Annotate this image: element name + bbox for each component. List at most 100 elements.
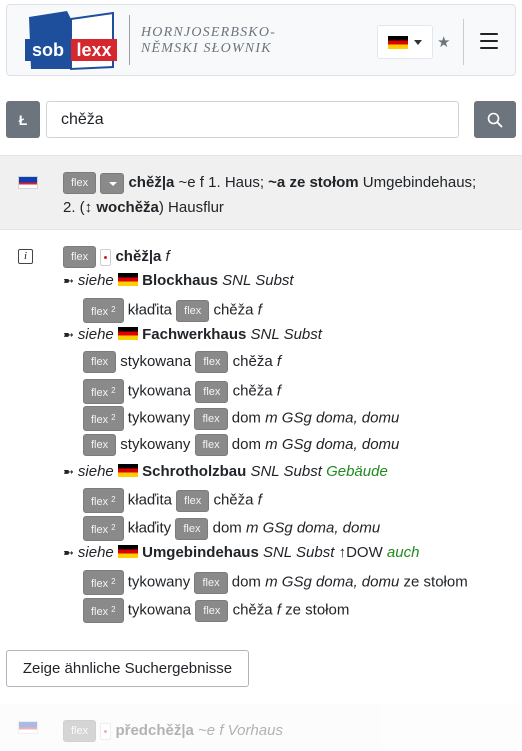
- sorbian-word: dom: [231, 435, 261, 453]
- language-dropdown[interactable]: [377, 25, 433, 59]
- sorbian-word: chěža: [213, 301, 254, 319]
- result-line: flex předchěž|a ~e f Vorhaus: [63, 720, 283, 742]
- sorbian-word: tykowana: [127, 601, 192, 619]
- search-input[interactable]: [46, 101, 459, 138]
- site-title-line1: HORNJOSERBSKO-: [141, 25, 277, 40]
- soblex-logo[interactable]: sob lexx: [23, 9, 119, 73]
- grammar-info: f: [276, 352, 282, 370]
- logo-divider: [129, 15, 130, 65]
- flex-button[interactable]: flex 2: [83, 570, 124, 595]
- grammar-info: m GSg doma, domu: [265, 435, 400, 453]
- result-line-1: flex chěž|a ~e f 1. Haus; ~a ze stołom U…: [63, 172, 476, 194]
- headword: předchěž|a: [115, 721, 194, 739]
- sorbian-word: kłaďity: [127, 519, 172, 537]
- sense2-prefix: 2. (↕: [63, 199, 93, 216]
- info-icon[interactable]: i: [18, 249, 33, 264]
- sorbian-word: kłaďita: [127, 301, 172, 319]
- siehe-line: ➼ siehe Schrotholzbau SNL Subst Gebäude: [63, 462, 388, 482]
- flex-button[interactable]: flex: [176, 299, 210, 322]
- arrow-icon: ➼: [63, 464, 74, 479]
- search-button[interactable]: [474, 101, 516, 138]
- flex-button[interactable]: flex: [63, 720, 97, 742]
- grammar-info: ~e f 1. Haus;: [178, 173, 264, 191]
- word-tags: SNL Subst: [250, 463, 322, 480]
- entry-gender: f: [165, 247, 170, 265]
- flex-button[interactable]: flex 2: [83, 488, 124, 513]
- german-word[interactable]: Fachwerkhaus: [142, 326, 246, 343]
- flag-de-icon: [117, 545, 138, 558]
- word-tags: SNL Subst: [262, 544, 335, 561]
- show-similar-results-button[interactable]: Zeige ähnliche Suchergebnisse: [6, 650, 249, 687]
- special-letter-button[interactable]: Ł: [6, 101, 40, 138]
- entry-headword-line: flex chěž|a f: [63, 246, 170, 268]
- sorbian-word: dom: [212, 519, 242, 537]
- audio-icon[interactable]: [100, 722, 112, 740]
- header-divider: [463, 19, 464, 65]
- flex-button[interactable]: flex 2: [83, 379, 124, 404]
- dropdown-icon[interactable]: [100, 172, 125, 194]
- grammar-info: f: [276, 382, 281, 400]
- result-row[interactable]: flex předchěž|a ~e f Vorhaus: [0, 704, 522, 751]
- sorbian-word: tykowany: [127, 573, 191, 591]
- flex-button[interactable]: flex: [194, 434, 228, 456]
- logo-text-lexx: lexx: [76, 40, 111, 60]
- flag-de-icon: [117, 273, 138, 286]
- german-word[interactable]: Blockhaus: [142, 272, 218, 289]
- sorbian-word: kłaďita: [127, 491, 172, 509]
- sub-translation-line: flex 2 tykowana flex chěža f: [83, 379, 281, 404]
- flex-button[interactable]: flex: [194, 407, 228, 430]
- site-title-line2: NĚMSKI SŁOWNIK: [141, 41, 272, 56]
- siehe-label: siehe: [77, 544, 114, 561]
- hamburger-icon[interactable]: [480, 33, 498, 49]
- siehe-line: ➼ siehe Blockhaus SNL Subst: [63, 271, 294, 291]
- phrase-rest: ze stołom: [285, 601, 350, 619]
- german-word[interactable]: Schrotholzbau: [142, 463, 246, 480]
- sorbian-word: dom: [231, 409, 261, 427]
- sorbian-word: dom: [231, 573, 261, 591]
- flex-button[interactable]: flex 2: [83, 516, 124, 541]
- flex-button[interactable]: flex: [175, 517, 209, 540]
- sorbian-word: stykowana: [120, 352, 192, 370]
- grammar-info: m GSg doma, domu: [265, 573, 400, 591]
- result-row[interactable]: flex chěž|a ~e f 1. Haus; ~a ze stołom U…: [0, 155, 522, 230]
- flex-button[interactable]: flex: [194, 571, 228, 594]
- flag-de-icon: [117, 464, 138, 477]
- flex-button[interactable]: flex 2: [83, 598, 124, 623]
- search-icon: [487, 112, 503, 127]
- siehe-line: ➼ siehe Fachwerkhaus SNL Subst: [63, 325, 322, 345]
- sorbian-word: chěža: [232, 382, 273, 400]
- sorbian-word: tykowana: [127, 382, 192, 400]
- flex-button[interactable]: flex: [83, 434, 117, 456]
- flex-button[interactable]: flex: [176, 489, 210, 512]
- sub-translation-line: flex 2 tykowany flex dom m GSg doma, domu: [83, 406, 399, 431]
- flex-button[interactable]: flex: [195, 351, 229, 373]
- logo-text-sob: sob: [32, 40, 64, 60]
- flex-button[interactable]: flex 2: [83, 406, 124, 431]
- domain-tag: Gebäude: [326, 463, 388, 480]
- grammar-info: m GSg doma, domu: [265, 409, 400, 427]
- siehe-label: siehe: [77, 463, 114, 480]
- german-word[interactable]: Umgebindehaus: [142, 544, 259, 561]
- siehe-label: siehe: [77, 272, 114, 289]
- flex-button[interactable]: flex: [195, 599, 229, 622]
- flex-button[interactable]: flex: [63, 246, 97, 268]
- flex-button[interactable]: flex: [83, 351, 117, 373]
- audio-icon[interactable]: [100, 248, 112, 266]
- flex-button[interactable]: flex: [63, 172, 97, 194]
- flex-button[interactable]: flex 2: [83, 298, 124, 323]
- sorbian-word: chěža: [232, 352, 273, 370]
- siehe-label: siehe: [77, 326, 114, 343]
- star-icon[interactable]: ★: [437, 33, 450, 51]
- sub-translation-line: flex stykowana flex chěža f: [83, 351, 281, 373]
- phrase-translation: Umgebindehaus;: [362, 173, 477, 191]
- sense2-word[interactable]: wochěža: [96, 199, 159, 216]
- flag-sorbian-icon: [18, 721, 38, 734]
- reference-link[interactable]: ↑DOW: [339, 544, 383, 561]
- chevron-down-icon: [414, 39, 422, 45]
- sub-translation-line: flex 2 kłaďita flex chěža f: [83, 298, 262, 323]
- siehe-line: ➼ siehe Umgebindehaus SNL Subst ↑DOW auch: [63, 543, 419, 563]
- sub-translation-line: flex 2 tykowana flex chěža f ze stołom: [83, 598, 349, 623]
- grammar-info: f: [257, 491, 262, 509]
- entry-headword: chěž|a: [115, 247, 162, 265]
- flex-button[interactable]: flex: [195, 380, 229, 403]
